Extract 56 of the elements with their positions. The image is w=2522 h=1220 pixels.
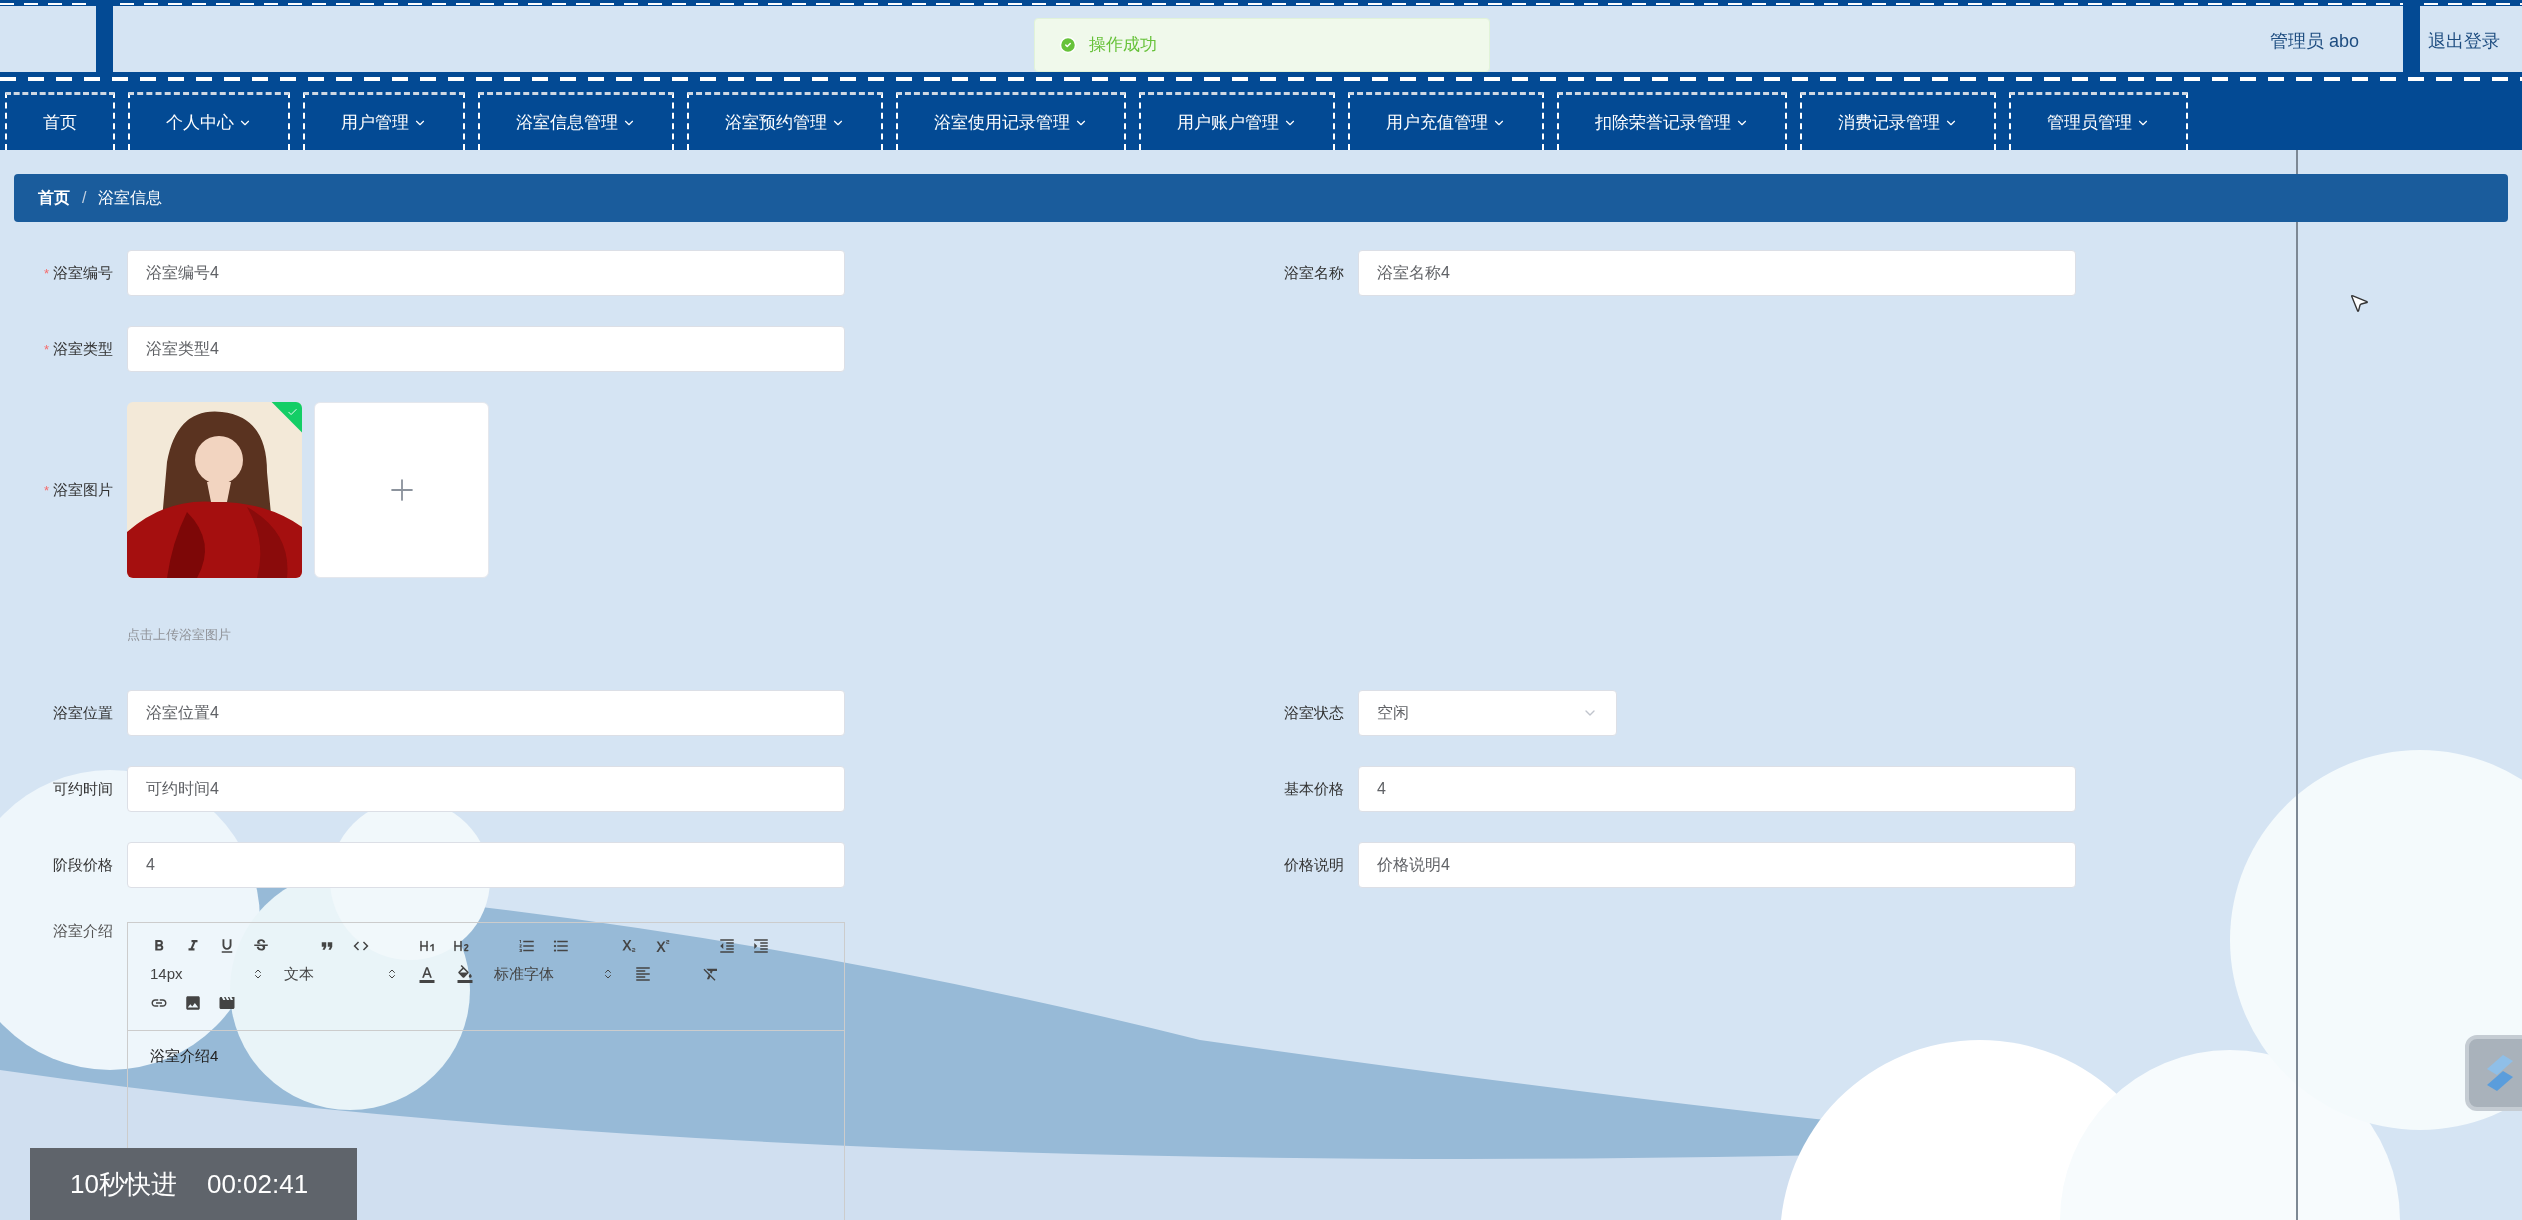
field-label: * 浴室类型 [43, 338, 113, 359]
toolbar-select[interactable]: 文本 [284, 963, 398, 986]
nav-tab[interactable]: 浴室信息管理 [478, 92, 674, 150]
background-color-icon[interactable] [456, 965, 474, 984]
align-left-icon[interactable] [634, 965, 652, 984]
editor-text: 浴室介绍4 [150, 1046, 220, 1066]
text-field[interactable]: 可约时间4 [127, 766, 845, 812]
field-label: 浴室名称 [1284, 262, 1344, 283]
text-field[interactable]: 浴室名称4 [1358, 250, 2076, 296]
updown-icon [602, 968, 614, 981]
text-field[interactable]: 4 [1358, 766, 2076, 812]
nav-tab[interactable]: 用户充值管理 [1348, 92, 1544, 150]
breadcrumb-separator: / [82, 188, 87, 208]
field-label: 阶段价格 [53, 854, 113, 875]
text-field[interactable]: 浴室编号4 [127, 250, 845, 296]
nav-tab[interactable]: 浴室预约管理 [687, 92, 883, 150]
field-label: 浴室介绍 [53, 921, 113, 941]
breadcrumb-item[interactable]: 首页 [38, 186, 70, 210]
status-select[interactable]: 空闲 [1358, 690, 1617, 736]
toolbar-select[interactable]: 标准字体 [494, 963, 614, 986]
field-label: 基本价格 [1284, 778, 1344, 799]
mouse-cursor-icon [2348, 292, 2370, 314]
upload-hint: 点击上传浴室图片 [127, 627, 231, 642]
logout-link[interactable]: 退出登录 [2428, 28, 2500, 55]
field-label: 价格说明 [1284, 854, 1344, 875]
nav-tab[interactable]: 扣除荣誉记录管理 [1557, 92, 1787, 150]
slash-logo-icon [2485, 1053, 2515, 1093]
success-icon [1059, 36, 1077, 54]
text-field[interactable]: 4 [127, 842, 845, 888]
nav-tab[interactable]: 管理员管理 [2009, 92, 2188, 150]
indent-icon[interactable] [752, 937, 770, 955]
success-toast: 操作成功 [1034, 18, 1490, 72]
playback-overlay: 10秒快进 00:02:41 [30, 1148, 357, 1220]
numbered-list-icon[interactable] [518, 937, 536, 955]
outdent-icon[interactable] [718, 937, 736, 955]
field-label: 浴室状态 [1284, 702, 1344, 723]
field-label: 浴室位置 [53, 702, 113, 723]
image-icon[interactable] [184, 993, 202, 1012]
nav-tab[interactable]: 用户账户管理 [1139, 92, 1335, 150]
nav-tab[interactable]: 用户管理 [303, 92, 465, 150]
nav-tab[interactable]: 浴室使用记录管理 [896, 92, 1126, 150]
text-field[interactable]: 浴室类型4 [127, 326, 845, 372]
breadcrumb-item: 浴室信息 [98, 188, 163, 208]
updown-icon [252, 968, 264, 981]
admin-user: 管理员 abo [2270, 30, 2360, 53]
nav-tab[interactable]: 首页 [5, 92, 115, 150]
text-field[interactable]: 浴室位置4 [127, 690, 845, 736]
updown-icon [386, 968, 398, 981]
nav-tab[interactable]: 个人中心 [128, 92, 290, 150]
field-label: * 浴室图片 [43, 479, 113, 500]
text-field[interactable]: 价格说明4 [1358, 842, 2076, 888]
toolbar-select[interactable]: 14px [150, 963, 264, 986]
field-label: 可约时间 [53, 778, 113, 799]
nav-tab[interactable]: 消费记录管理 [1800, 92, 1996, 150]
field-label: * 浴室编号 [43, 262, 113, 283]
font-color-icon[interactable] [418, 965, 436, 984]
